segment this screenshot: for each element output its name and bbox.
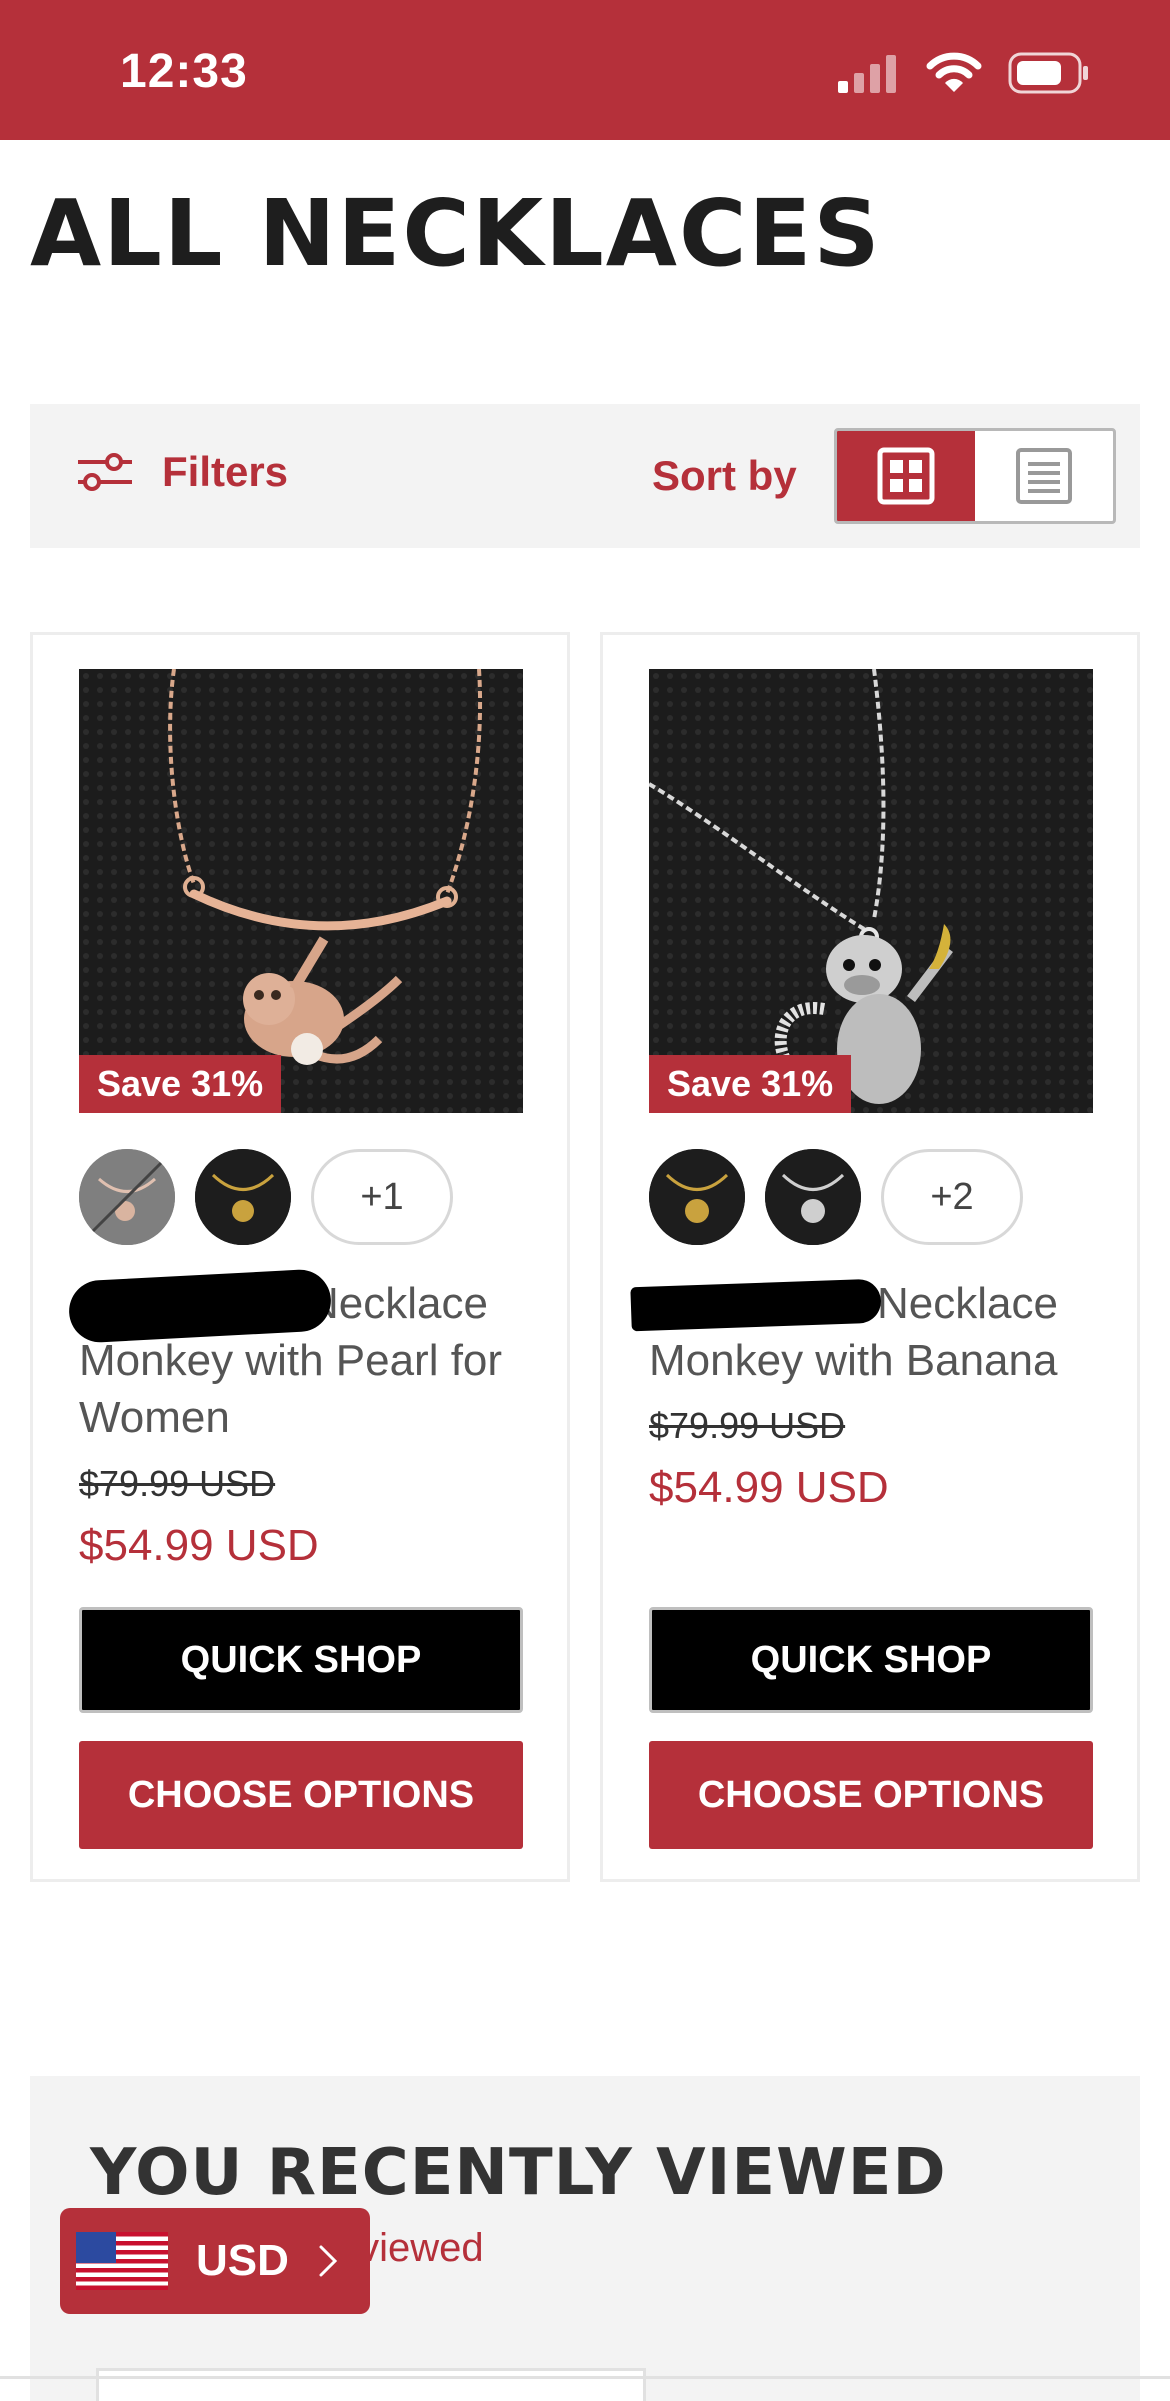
more-swatches-button[interactable]: +2 — [881, 1149, 1023, 1245]
wifi-icon — [926, 52, 982, 92]
color-swatches: +2 — [649, 1149, 1023, 1245]
product-title-rest: Monkey with Banana — [649, 1336, 1058, 1385]
grid-view-icon — [877, 447, 935, 505]
status-bar: 12:33 — [0, 0, 1170, 140]
filters-button[interactable]: Filters — [76, 448, 288, 496]
swatch-gold[interactable] — [649, 1149, 745, 1245]
swatch-gold[interactable] — [195, 1149, 291, 1245]
swatch-silver[interactable] — [765, 1149, 861, 1245]
us-flag-icon — [76, 2232, 168, 2290]
quick-shop-button[interactable]: QUICK SHOP — [649, 1607, 1093, 1713]
product-card: Save 31% +1 Necklace Monkey with Pearl f… — [30, 632, 570, 1882]
choose-options-button[interactable]: CHOOSE OPTIONS — [79, 1741, 523, 1849]
swatch-thumbnail-icon — [195, 1149, 291, 1245]
compare-at-price: $79.99 USD — [79, 1463, 276, 1504]
necklace-monkey-pearl-image — [79, 669, 523, 1113]
product-title-rest: Monkey with Pearl for Women — [79, 1336, 503, 1442]
save-badge: Save 31% — [79, 1055, 282, 1113]
collection-toolbar: Filters Sort by — [30, 404, 1140, 548]
more-swatches-button[interactable]: +1 — [311, 1149, 453, 1245]
quick-shop-button[interactable]: QUICK SHOP — [79, 1607, 523, 1713]
status-icons — [838, 52, 1090, 94]
battery-icon — [1008, 52, 1088, 94]
divider — [0, 2376, 1170, 2379]
product-image[interactable]: Save 31% — [79, 669, 523, 1113]
sale-price: $54.99 USD — [79, 1521, 319, 1570]
cellular-signal-icon — [838, 55, 896, 93]
chevron-right-icon — [319, 2245, 338, 2277]
status-time: 12:33 — [120, 45, 248, 98]
sale-price: $54.99 USD — [649, 1463, 889, 1512]
necklace-monkey-banana-image — [649, 669, 1093, 1113]
swatch-thumbnail-icon — [79, 1149, 175, 1245]
recently-viewed-title: YOU RECENTLY VIEWED — [90, 2136, 947, 2210]
recently-viewed-product-card[interactable] — [96, 2368, 646, 2401]
product-card: Save 31% +2 Necklace Monkey with Banana … — [600, 632, 1140, 1882]
page-title: ALL NECKLACES — [30, 180, 882, 287]
product-title-start: Necklace — [877, 1279, 1058, 1328]
choose-options-button[interactable]: CHOOSE OPTIONS — [649, 1741, 1093, 1849]
list-view-button[interactable] — [975, 431, 1113, 521]
view-toggle — [834, 428, 1116, 524]
swatch-rose-gold[interactable] — [79, 1149, 175, 1245]
product-title-start: Necklace — [307, 1279, 488, 1328]
sort-by-button[interactable]: Sort by — [652, 452, 797, 500]
product-image[interactable]: Save 31% — [649, 669, 1093, 1113]
currency-selector-button[interactable]: USD — [60, 2208, 370, 2314]
currency-label: USD — [196, 2236, 289, 2285]
compare-at-price: $79.99 USD — [649, 1405, 846, 1446]
save-badge: Save 31% — [649, 1055, 852, 1113]
redaction-mark — [630, 1278, 882, 1332]
swatch-thumbnail-icon — [765, 1149, 861, 1245]
grid-view-button[interactable] — [837, 431, 975, 521]
swatch-thumbnail-icon — [649, 1149, 745, 1245]
color-swatches: +1 — [79, 1149, 453, 1245]
filters-icon — [78, 453, 132, 491]
filters-label: Filters — [162, 448, 289, 495]
list-view-icon — [1016, 448, 1072, 504]
